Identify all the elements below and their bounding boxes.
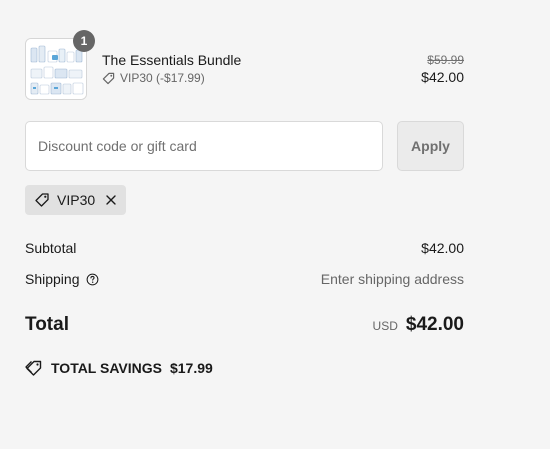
quantity-badge: 1 [73,30,95,52]
subtotal-label: Subtotal [25,240,77,256]
apply-button[interactable]: Apply [397,121,464,171]
tags-icon [25,360,42,376]
tag-icon [35,193,49,207]
product-name: The Essentials Bundle [102,52,242,68]
shipping-row: Shipping Enter shipping address [25,271,464,287]
discount-code-input[interactable] [25,121,383,171]
total-value-group: USD $42.00 [373,314,464,336]
line-item-discount-label: VIP30 (-$17.99) [120,71,205,85]
line-item-discount: VIP30 (-$17.99) [102,71,205,85]
remove-discount-button[interactable] [105,194,117,206]
currency-code: USD [372,319,398,333]
total-savings-value: $17.99 [169,360,213,376]
total-row: Total USD $42.00 [25,314,464,336]
subtotal-value: $42.00 [421,240,464,256]
help-icon[interactable] [86,273,99,286]
shipping-label-group: Shipping [25,271,99,287]
total-label: Total [25,314,69,335]
line-item: 1 The Essentials Bundle VIP30 (-$17.99) … [25,30,464,100]
line-item-prices: $59.99 $42.00 [421,53,464,87]
original-price: $59.99 [427,53,464,67]
discount-form: Apply [25,121,464,171]
total-amount: $42.00 [405,314,464,335]
applied-discount-code: VIP30 [57,192,96,208]
final-price: $42.00 [421,69,464,85]
applied-discount-chip: VIP30 [25,185,127,215]
shipping-label: Shipping [25,271,80,287]
total-savings: TOTAL SAVINGS $17.99 [25,360,213,376]
order-summary: 1 The Essentials Bundle VIP30 (-$17.99) … [25,30,464,376]
close-icon [106,195,116,205]
subtotal-row: Subtotal $42.00 [25,240,464,256]
total-savings-label: TOTAL SAVINGS [51,360,162,376]
tag-icon [102,72,115,84]
shipping-value: Enter shipping address [320,271,464,287]
